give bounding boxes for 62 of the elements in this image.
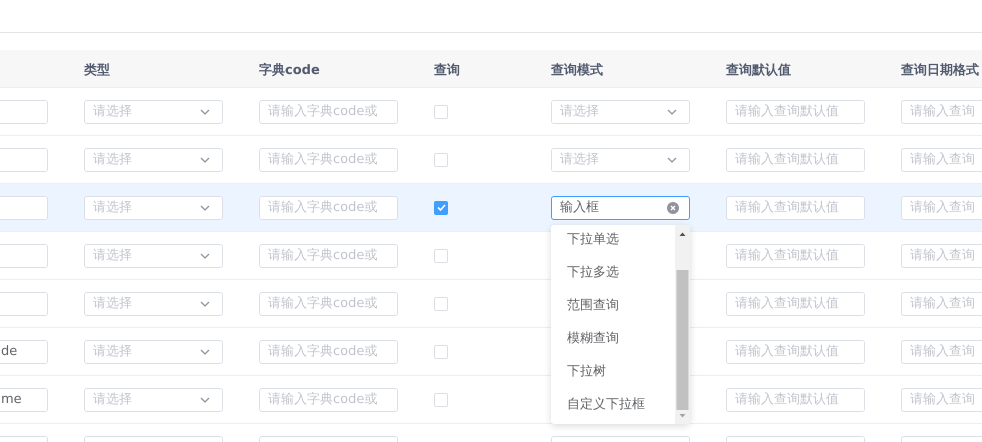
input-field[interactable]: 请输入查询 [901, 388, 982, 412]
input-field[interactable]: 请输入查询默认值 [726, 244, 865, 268]
chevron-down-icon [200, 300, 210, 306]
input-field[interactable]: 请输入字典code或 [259, 148, 398, 172]
input-field[interactable] [0, 292, 48, 316]
chevron-down-icon [200, 108, 210, 114]
input-field[interactable] [0, 244, 48, 268]
column-header: 查询模式 [551, 62, 603, 78]
input-field[interactable]: 请输入查询默认值 [726, 292, 865, 316]
select-field[interactable]: 请选择 [84, 100, 223, 124]
input-field[interactable]: 请输入字典code或 [259, 292, 398, 316]
clear-icon[interactable] [667, 202, 679, 214]
checkmark-icon [436, 204, 446, 211]
input-field[interactable]: 请输入查询 [901, 340, 982, 364]
input-field[interactable]: 请输入查询默认值 [726, 148, 865, 172]
select-field[interactable]: 请选择 [551, 148, 690, 172]
column-header: 查询默认值 [726, 62, 791, 78]
dropdown-option[interactable]: 模糊查询 [567, 324, 675, 358]
column-header: 字典code [259, 62, 320, 78]
select-field[interactable]: 请选择 [84, 244, 223, 268]
input-field[interactable]: de [0, 340, 48, 364]
chevron-down-icon [667, 156, 677, 162]
input-field[interactable]: 请输入查询默认值 [726, 340, 865, 364]
checkbox[interactable] [434, 200, 448, 214]
input-field[interactable] [0, 148, 48, 172]
select-field[interactable]: 请选择 [84, 196, 223, 220]
dropdown-option[interactable]: 下拉树 [567, 358, 675, 390]
column-header: 查询日期格式 [901, 62, 979, 78]
input-field[interactable]: 请输入查询 [901, 292, 982, 316]
input-field[interactable]: 请输入查询 [901, 244, 982, 268]
column-header: 类型 [84, 62, 110, 78]
input-field[interactable]: 请输入查询 [901, 100, 982, 124]
dropdown-option[interactable]: 自定义下拉框 [567, 390, 675, 424]
chevron-down-icon [200, 156, 210, 162]
column-header: 查询 [434, 62, 460, 78]
select-field[interactable]: 请选择 [84, 292, 223, 316]
input-field[interactable]: 请输入查询默认值 [726, 388, 865, 412]
input-field[interactable]: 请输入查询 [901, 148, 982, 172]
input-field[interactable]: 请输入查询默认值 [726, 196, 865, 220]
input-field[interactable]: 请输入字典code或 [259, 196, 398, 220]
chevron-down-icon [200, 348, 210, 354]
input-field[interactable]: 请输入查询 [901, 196, 982, 220]
input-field[interactable] [0, 100, 48, 124]
select-field[interactable]: 请选择 [84, 340, 223, 364]
select-field[interactable]: 请选择 [84, 148, 223, 172]
input-field[interactable]: 请输入字典code或 [259, 340, 398, 364]
chevron-down-icon [200, 252, 210, 258]
input-field[interactable]: 请输入字典code或 [259, 388, 398, 412]
input-field[interactable]: 请输入字典code或 [259, 100, 398, 124]
input-field[interactable]: 请输入查询默认值 [726, 100, 865, 124]
select-field[interactable]: 请选择 [84, 388, 223, 412]
input-field[interactable] [0, 196, 48, 220]
chevron-down-icon [667, 108, 677, 114]
chevron-down-icon [200, 396, 210, 402]
dropdown-option[interactable]: 下拉单选 [567, 226, 675, 258]
chevron-down-icon [200, 204, 210, 210]
input-field[interactable]: me [0, 388, 48, 412]
select-field[interactable]: 请选择 [551, 100, 690, 124]
dropdown-option[interactable]: 范围查询 [567, 292, 675, 324]
dropdown-option[interactable]: 下拉多选 [567, 258, 675, 292]
select-field[interactable]: 输入框 [551, 196, 690, 220]
input-field[interactable]: 请输入字典code或 [259, 244, 398, 268]
